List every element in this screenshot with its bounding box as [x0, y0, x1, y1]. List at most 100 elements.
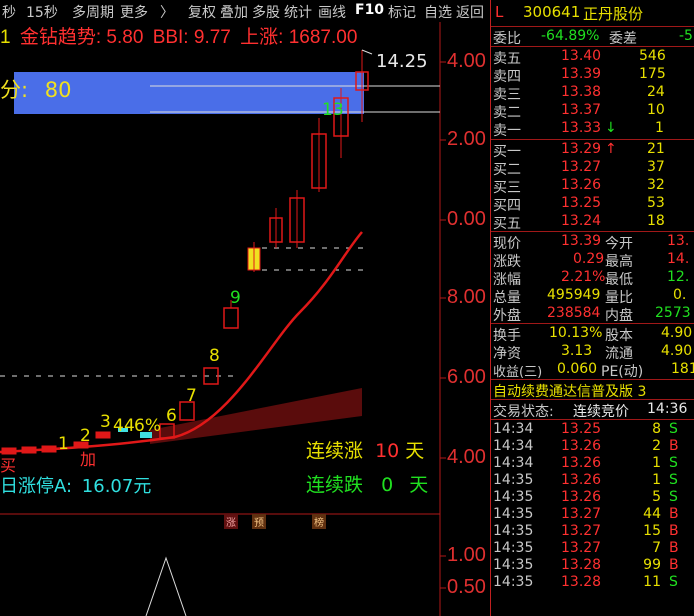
- toolbar-item-overlay[interactable]: 叠加: [220, 2, 248, 22]
- quote-label: 最低: [605, 272, 633, 288]
- toolbar-item-draw[interactable]: 画线: [318, 2, 346, 22]
- streak-up-count: 10: [375, 440, 400, 462]
- fund-label: 净资: [493, 346, 521, 362]
- indicator-prefix: 1: [0, 27, 11, 48]
- fund-row: 收益(三) 0.060 PE(动) 181: [491, 361, 694, 380]
- bid-row[interactable]: 买五 13.24 18: [491, 213, 694, 232]
- candle-label: 3: [100, 412, 111, 432]
- tick-row: 14:35 13.27 7 B: [491, 540, 694, 558]
- event-tag[interactable]: 榜: [312, 514, 326, 529]
- ask-row[interactable]: 卖三 13.38 24: [491, 84, 694, 103]
- toolbar-item-watchlist[interactable]: 自选: [424, 2, 452, 22]
- ask-row[interactable]: 卖一 13.33 ↓ 1: [491, 120, 694, 139]
- quote-value: 0.29: [573, 251, 605, 267]
- ask-vol: 546: [639, 48, 666, 64]
- fund-value: 4.90: [661, 343, 693, 359]
- tick-time: 14:35: [493, 574, 534, 590]
- kline-chart[interactable]: 1 金钻趋势: 5.80 BBI: 9.77 上涨: 1687.00 分: 80…: [0, 22, 486, 616]
- tick-side: S: [669, 574, 678, 590]
- event-tag[interactable]: 预: [252, 514, 266, 529]
- tick-price: 13.28: [561, 574, 602, 590]
- quote-row: 现价 13.39 今开 13.: [491, 233, 694, 252]
- ask-row[interactable]: 卖二 13.37 10: [491, 102, 694, 121]
- bbi-label: BBI:: [152, 27, 189, 48]
- toolbar-item-sec[interactable]: 秒: [2, 2, 16, 22]
- stock-code: 300641: [523, 3, 581, 21]
- fund-label: 流通: [605, 346, 633, 362]
- tick-vol: 5: [652, 489, 661, 505]
- quote-value: 14.: [667, 251, 690, 267]
- tick-price: 13.25: [561, 421, 602, 437]
- quote-value: 2.21%: [561, 269, 606, 285]
- toolbar-item-multi-stock[interactable]: 多股: [252, 2, 280, 22]
- tick-row: 14:35 13.28 11 S: [491, 574, 694, 592]
- tick-vol: 11: [643, 574, 661, 590]
- tick-time: 14:34: [493, 455, 534, 471]
- toolbar-item-mark[interactable]: 标记: [388, 2, 416, 22]
- tick-time: 14:35: [493, 540, 534, 556]
- up-value: 1687.00: [288, 27, 358, 48]
- toolbar-item-stats[interactable]: 统计: [284, 2, 312, 22]
- ask-row[interactable]: 卖四 13.39 175: [491, 66, 694, 85]
- quote-value: 2573: [655, 305, 691, 321]
- tick-side: B: [669, 540, 679, 556]
- quote-panel: L 300641 正丹股份 委比 -64.89% 委差 -5 卖五 13.40 …: [490, 0, 694, 616]
- quote-row: 涨跌 0.29 最高 14.: [491, 251, 694, 270]
- toolbar-item-arrow[interactable]: 〉: [160, 2, 174, 22]
- stock-name: 正丹股份: [583, 5, 644, 23]
- toolbar-item-back[interactable]: 返回: [456, 2, 484, 22]
- bid-row[interactable]: 买二 13.27 37: [491, 159, 694, 178]
- toolbar-item-15sec[interactable]: 15秒: [26, 2, 58, 22]
- bid-row[interactable]: 买三 13.26 32: [491, 177, 694, 196]
- ask-row[interactable]: 卖五 13.40 546: [491, 48, 694, 67]
- quote-value: 13.39: [561, 233, 602, 249]
- fund-value: 3.13: [561, 343, 593, 359]
- ask-price: 13.38: [561, 84, 602, 100]
- bid-row[interactable]: 买四 13.25 53: [491, 195, 694, 214]
- toolbar-item-adjust[interactable]: 复权: [188, 2, 216, 22]
- quote-value: 13.: [667, 233, 690, 249]
- quote-label: 最高: [605, 254, 633, 270]
- bid-row[interactable]: 买一 13.29 ↑ 21: [491, 141, 694, 160]
- y-axis-label: 2.00: [447, 128, 486, 150]
- bid-price: 13.26: [561, 177, 602, 193]
- y-axis-label-lower: 0.50: [447, 576, 486, 598]
- trade-status: 交易状态: 连续竞价 14:36: [491, 401, 694, 420]
- fund-row: 换手 10.13% 股本 4.90: [491, 325, 694, 344]
- event-tag[interactable]: 涨: [224, 514, 238, 529]
- candle-label: 9: [230, 288, 241, 308]
- promo-banner[interactable]: 自动续费通达信普及版 3: [491, 381, 694, 400]
- ask-vol: 24: [647, 84, 665, 100]
- price-marker: 14.25: [376, 51, 428, 72]
- toolbar-item-f10[interactable]: F10: [355, 2, 384, 18]
- tick-side: S: [669, 455, 678, 471]
- tick-vol: 2: [652, 438, 661, 454]
- ask-label: 卖三: [493, 87, 521, 103]
- quote-label: 涨跌: [493, 254, 521, 270]
- tick-vol: 7: [652, 540, 661, 556]
- bid-label: 买四: [493, 198, 521, 214]
- candle-label: 4: [113, 416, 124, 436]
- bid-price: 13.29: [561, 141, 602, 157]
- weibi-row: 委比 -64.89% 委差 -5: [491, 28, 694, 47]
- toolbar-item-multi-period[interactable]: 多周期: [72, 2, 114, 22]
- quote-value: 0.: [673, 287, 687, 303]
- add-marker: 加: [80, 450, 97, 469]
- toolbar-item-more[interactable]: 更多: [120, 2, 148, 22]
- kline-canvas: [0, 22, 446, 616]
- tick-side: B: [669, 438, 679, 454]
- ask-label: 卖一: [493, 123, 521, 139]
- ask-label: 卖四: [493, 69, 521, 85]
- tick-vol: 8: [652, 421, 661, 437]
- streak-up-unit: 天: [405, 440, 425, 462]
- down-arrow-icon: ↓: [605, 120, 617, 136]
- limit-up-value: 16.07元: [81, 476, 152, 497]
- bid-vol: 53: [647, 195, 665, 211]
- fund-label: 股本: [605, 328, 633, 344]
- ask-price: 13.40: [561, 48, 602, 64]
- y-axis-label: 0.00: [447, 208, 486, 230]
- overlay-label: 分: 80: [0, 74, 72, 104]
- candle-label: 7: [186, 386, 197, 406]
- up-label: 上涨:: [240, 27, 284, 48]
- y-axis-label: 4.00: [447, 446, 486, 468]
